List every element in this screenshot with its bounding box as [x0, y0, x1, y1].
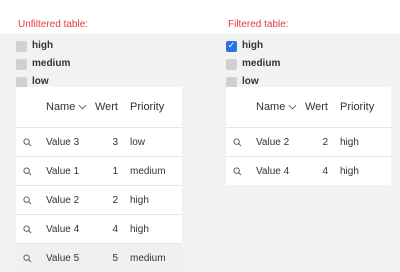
filter-medium[interactable]: medium — [16, 57, 70, 71]
cell-priority: high — [130, 223, 149, 235]
filtered-title: Filtered table: — [228, 19, 289, 30]
checkbox-low[interactable] — [16, 76, 27, 88]
column-header-name[interactable]: Name — [38, 101, 90, 113]
checkbox-high[interactable] — [16, 40, 27, 52]
cell-priority: medium — [130, 165, 166, 177]
cell-name: Value 2 — [46, 194, 80, 206]
unfiltered-table: Name Wert Priority Value 3 3 low Value 1… — [16, 87, 182, 272]
cell-name: Value 2 — [256, 136, 290, 148]
cell-wert: 2 — [112, 194, 118, 206]
cell-priority: high — [130, 194, 149, 206]
cell-priority: low — [130, 136, 146, 148]
table-row[interactable]: Value 3 3 low — [16, 127, 182, 156]
table-row[interactable]: Value 1 1 medium — [16, 156, 182, 185]
cell-name: Value 4 — [46, 223, 80, 235]
table-row[interactable]: Value 2 2 high — [226, 127, 391, 156]
checkbox-low[interactable] — [226, 76, 237, 88]
column-header-wert[interactable]: Wert — [300, 101, 328, 113]
search-icon[interactable] — [16, 195, 38, 205]
search-icon[interactable] — [16, 166, 38, 176]
column-header-priority[interactable]: Priority — [328, 101, 390, 113]
checkbox-medium[interactable] — [16, 58, 27, 70]
checkbox-medium[interactable] — [226, 58, 237, 70]
checkbox-high[interactable]: ✓ — [226, 40, 237, 52]
column-header-name[interactable]: Name — [248, 101, 300, 113]
cell-wert: 4 — [322, 165, 328, 177]
column-header-priority[interactable]: Priority — [118, 101, 180, 113]
table-row[interactable]: Value 2 2 high — [16, 185, 182, 214]
checkmark-icon: ✓ — [227, 40, 236, 51]
filter-high[interactable]: ✓ high — [226, 39, 280, 53]
column-header-wert[interactable]: Wert — [90, 101, 118, 113]
table-row[interactable]: Value 4 4 high — [16, 214, 182, 243]
table-header: Name Wert Priority — [226, 87, 391, 127]
cell-name: Value 5 — [46, 252, 80, 264]
cell-priority: high — [340, 165, 359, 177]
search-icon[interactable] — [16, 253, 38, 263]
cell-name: Value 4 — [256, 165, 290, 177]
search-icon[interactable] — [16, 224, 38, 234]
page: Unfiltered table: high medium low Name W… — [0, 0, 400, 272]
table-row[interactable]: Value 5 5 medium — [16, 243, 182, 272]
table-row[interactable]: Value 4 4 high — [226, 156, 391, 185]
chevron-down-icon[interactable] — [78, 104, 87, 110]
search-icon[interactable] — [16, 137, 38, 147]
cell-name: Value 3 — [46, 136, 80, 148]
filter-label: high — [242, 40, 264, 51]
search-icon[interactable] — [226, 137, 248, 147]
filter-group: ✓ high medium low — [226, 39, 280, 93]
filter-label: medium — [242, 58, 281, 69]
filter-label: medium — [32, 58, 71, 69]
cell-priority: high — [340, 136, 359, 148]
cell-name: Value 1 — [46, 165, 80, 177]
chevron-down-icon[interactable] — [288, 104, 297, 110]
search-icon[interactable] — [226, 166, 248, 176]
unfiltered-title: Unfiltered table: — [18, 19, 89, 30]
cell-wert: 2 — [322, 136, 328, 148]
filter-group: high medium low — [16, 39, 70, 93]
filter-medium[interactable]: medium — [226, 57, 280, 71]
column-header-name-label: Name — [256, 101, 286, 113]
cell-priority: medium — [130, 252, 166, 264]
table-header: Name Wert Priority — [16, 87, 182, 127]
cell-wert: 3 — [112, 136, 118, 148]
filter-high[interactable]: high — [16, 39, 70, 53]
filtered-table: Name Wert Priority Value 2 2 high Value … — [226, 87, 391, 185]
filter-label: high — [32, 40, 54, 51]
cell-wert: 5 — [112, 252, 118, 264]
column-header-name-label: Name — [46, 101, 76, 113]
cell-wert: 1 — [112, 165, 118, 177]
cell-wert: 4 — [112, 223, 118, 235]
